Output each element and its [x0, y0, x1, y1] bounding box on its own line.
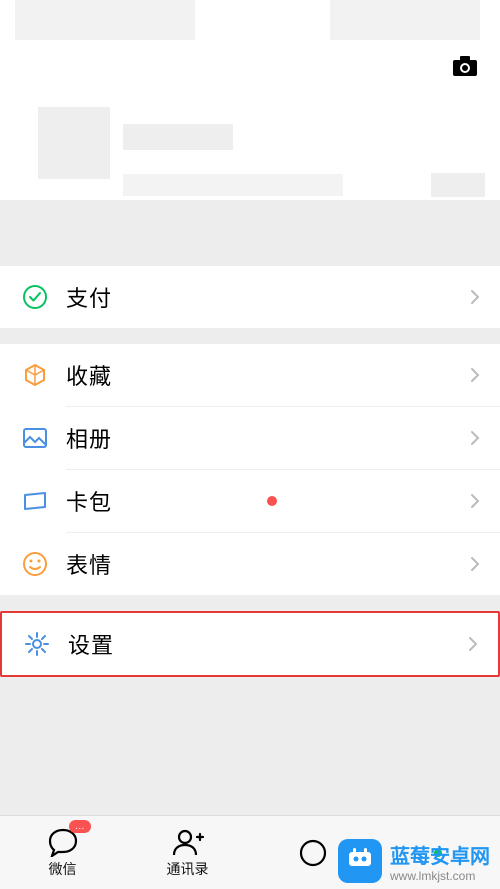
display-name-blurred: [123, 124, 233, 150]
favorites-icon: [20, 362, 50, 388]
notification-dot: [267, 496, 277, 506]
nav-label: 微信: [49, 859, 77, 879]
cards-icon: [20, 491, 50, 511]
contacts-icon: [171, 827, 205, 857]
chevron-right-icon: [470, 493, 480, 509]
wechat-id-blurred: [123, 174, 343, 196]
chevron-right-icon: [470, 430, 480, 446]
chevron-right-icon: [468, 636, 478, 652]
row-settings[interactable]: 设置: [2, 613, 498, 675]
row-label: 收藏: [66, 359, 470, 391]
watermark-url: www.lmkjst.com: [390, 869, 475, 883]
qr-blurred: [431, 173, 485, 197]
profile-card[interactable]: [38, 99, 485, 219]
row-label: 相册: [66, 422, 470, 454]
row-pay[interactable]: 支付: [0, 266, 500, 328]
discover-icon: [298, 838, 328, 868]
pay-icon: [20, 284, 50, 310]
section-items: 收藏 相册 卡包: [0, 344, 500, 595]
chevron-right-icon: [470, 367, 480, 383]
row-label: 卡包: [66, 485, 259, 517]
album-icon: [20, 427, 50, 449]
nav-chats[interactable]: … 微信: [0, 816, 125, 889]
chats-badge: …: [69, 820, 91, 833]
camera-icon[interactable]: [452, 55, 478, 77]
watermark: 蓝莓安卓网 www.lmkjst.com: [328, 833, 500, 889]
profile-header: [0, 0, 500, 200]
nav-label: 通讯录: [167, 859, 209, 879]
avatar: [38, 107, 110, 179]
row-cards[interactable]: 卡包: [0, 470, 500, 532]
chevron-right-icon: [470, 556, 480, 572]
gear-icon: [22, 631, 52, 657]
section-pay: 支付: [0, 266, 500, 328]
section-settings-highlighted: 设置: [0, 611, 500, 677]
watermark-title: 蓝莓安卓网: [390, 840, 490, 869]
stickers-icon: [20, 551, 50, 577]
row-favorites[interactable]: 收藏: [0, 344, 500, 406]
row-label: 设置: [68, 628, 468, 660]
watermark-logo: [338, 839, 382, 883]
row-stickers[interactable]: 表情: [0, 533, 500, 595]
row-label: 表情: [66, 548, 470, 580]
row-album[interactable]: 相册: [0, 407, 500, 469]
nav-contacts[interactable]: 通讯录: [125, 816, 250, 889]
chevron-right-icon: [470, 289, 480, 305]
row-label: 支付: [66, 281, 470, 313]
